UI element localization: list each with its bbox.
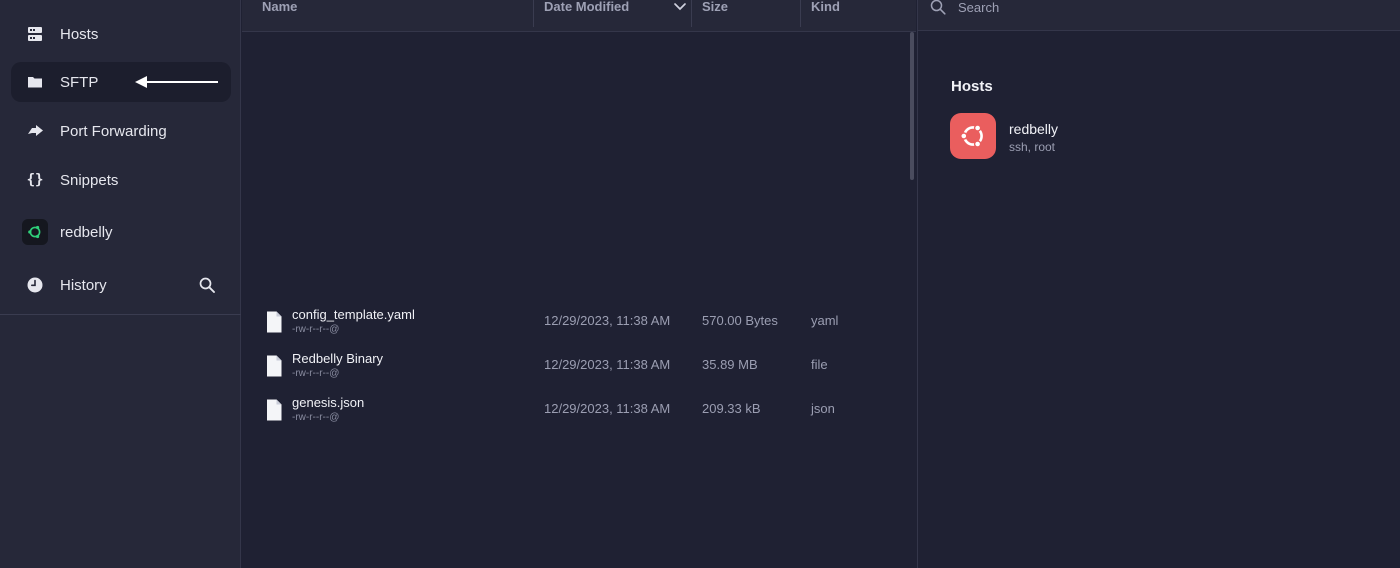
scrollbar[interactable] (910, 32, 914, 180)
file-row[interactable]: genesis.json -rw-r--r--@ 12/29/2023, 11:… (242, 395, 916, 435)
folder-icon (26, 73, 44, 91)
file-icon (267, 311, 282, 333)
host-card-redbelly[interactable]: redbelly ssh, root (950, 113, 1250, 161)
sidebar-item-sftp[interactable]: SFTP (11, 62, 231, 102)
sidebar-item-hosts[interactable]: Hosts (11, 14, 231, 54)
column-header-date-modified[interactable]: Date Modified (544, 0, 629, 31)
host-name: redbelly (1009, 121, 1059, 137)
file-row[interactable]: config_template.yaml -rw-r--r--@ 12/29/2… (242, 307, 916, 347)
hosts-section-title: Hosts (951, 78, 993, 95)
clock-icon (26, 276, 44, 294)
file-kind: yaml (811, 313, 839, 328)
file-name: Redbelly Binary (292, 351, 384, 366)
chevron-down-icon[interactable] (673, 1, 687, 13)
port-forward-icon (26, 122, 44, 140)
file-permissions: -rw-r--r--@ (292, 324, 340, 335)
column-separator (691, 0, 692, 27)
file-size: 570.00 Bytes (702, 313, 778, 328)
sidebar: Hosts SFTP Port Forwarding {} Snippets r… (0, 0, 241, 568)
search-icon (930, 0, 946, 15)
file-size: 209.33 kB (702, 401, 761, 416)
file-icon (267, 399, 282, 421)
sidebar-item-label: Port Forwarding (60, 122, 167, 140)
sidebar-item-label: Hosts (60, 25, 99, 43)
host-subtitle: ssh, root (1009, 140, 1056, 154)
sidebar-item-label: SFTP (60, 73, 99, 91)
sidebar-item-snippets[interactable]: {} Snippets (11, 160, 231, 200)
history-search-icon[interactable] (197, 275, 217, 295)
column-header-kind[interactable]: Kind (811, 0, 840, 31)
column-header-name[interactable]: Name (262, 0, 297, 31)
arrow-annotation-icon (135, 76, 218, 88)
column-header-row: Name Date Modified Size Kind (242, 0, 916, 32)
sidebar-item-label: redbelly (60, 223, 113, 241)
ubuntu-icon (950, 113, 996, 159)
file-kind: json (811, 401, 835, 416)
file-size: 35.89 MB (702, 357, 758, 372)
search-input[interactable] (958, 0, 1358, 15)
sidebar-item-history[interactable]: History (11, 265, 231, 305)
column-separator (800, 0, 801, 27)
hosts-panel: Hosts redbelly ssh, root (917, 0, 1400, 568)
column-separator (533, 0, 534, 27)
sidebar-item-redbelly[interactable]: redbelly (11, 212, 231, 252)
file-browser-panel: Name Date Modified Size Kind config_temp… (242, 0, 916, 568)
braces-icon: {} (26, 172, 44, 188)
file-permissions: -rw-r--r--@ (292, 412, 340, 423)
server-icon (26, 25, 44, 43)
column-header-size[interactable]: Size (702, 0, 728, 31)
file-date-modified: 12/29/2023, 11:38 AM (544, 357, 671, 372)
file-name: config_template.yaml (292, 307, 415, 322)
file-name: genesis.json (292, 395, 365, 410)
search-bar (918, 0, 1400, 31)
file-permissions: -rw-r--r--@ (292, 368, 340, 379)
sidebar-item-label: Snippets (60, 171, 119, 189)
file-kind: file (811, 357, 828, 372)
sidebar-item-label: History (60, 276, 107, 294)
sidebar-divider (0, 314, 241, 315)
sidebar-item-port-forwarding[interactable]: Port Forwarding (11, 111, 231, 151)
file-date-modified: 12/29/2023, 11:38 AM (544, 401, 671, 416)
ubuntu-icon (22, 219, 48, 245)
file-row[interactable]: Redbelly Binary -rw-r--r--@ 12/29/2023, … (242, 351, 916, 391)
file-icon (267, 355, 282, 377)
file-date-modified: 12/29/2023, 11:38 AM (544, 313, 671, 328)
